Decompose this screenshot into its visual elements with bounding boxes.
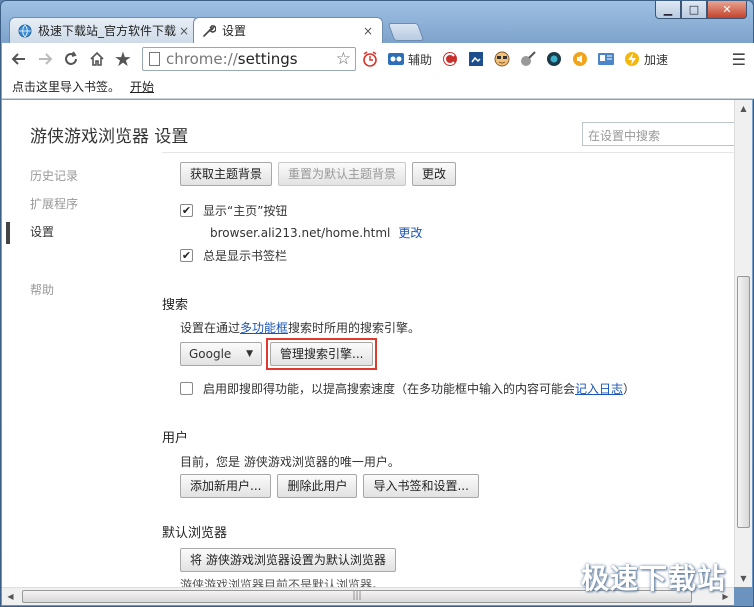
settings-search-input[interactable]: 在设置中搜索 — [582, 122, 734, 146]
set-default-browser-button[interactable]: 将 游侠游戏浏览器设置为默认浏览器 — [180, 548, 396, 572]
title-divider — [162, 152, 734, 153]
search-engine-select[interactable]: Google ▼ — [180, 342, 262, 366]
search-desc-prefix: 设置在通过 — [180, 321, 241, 335]
url-scheme: chrome:// — [166, 50, 238, 68]
ext-fuzhu-label[interactable]: 辅助 — [408, 51, 432, 68]
show-home-label: 显示“主页”按钮 — [203, 204, 288, 218]
sidebar-item-history[interactable]: 历史记录 — [2, 162, 152, 190]
instant-label-suffix: ） — [623, 382, 636, 396]
screenshot-icon[interactable] — [464, 47, 488, 71]
manage-search-engines-button[interactable]: 管理搜索引擎... — [270, 342, 374, 366]
camera-lens-icon[interactable] — [542, 47, 566, 71]
always-show-bookmarks-label: 总是显示书签栏 — [203, 249, 288, 263]
globe-icon — [18, 24, 32, 38]
minimize-button[interactable]: ▁ — [655, 1, 681, 19]
star-icon[interactable]: ☆ — [336, 49, 351, 69]
scroll-down-arrow-icon[interactable]: ▼ — [735, 570, 752, 587]
id-card-icon[interactable] — [594, 47, 618, 71]
scroll-up-arrow-icon[interactable]: ▲ — [735, 100, 752, 117]
tab-strip: 极速下载站_官方软件下载 × 设置 × — [9, 17, 425, 43]
new-tab-button[interactable] — [387, 23, 425, 41]
default-browser-status: 游侠游戏浏览器目前不是默认浏览器。 — [180, 576, 384, 587]
lightning-icon[interactable] — [620, 47, 644, 71]
log-link[interactable]: 记入日志 — [575, 380, 623, 397]
bookmark-star-icon[interactable]: ★ — [110, 46, 136, 72]
instant-label-prefix: 启用即搜即得功能，以提高搜索速度（在多功能框中输入的内容可能会 — [203, 382, 576, 396]
add-user-button[interactable]: 添加新用户... — [180, 474, 272, 498]
users-heading: 用户 — [162, 431, 189, 446]
speaker-icon[interactable] — [568, 47, 592, 71]
settings-page: 游侠游戏浏览器 设置 在设置中搜索 历史记录 扩展程序 设置 帮助 获取主题背景… — [2, 100, 734, 587]
tab-close-icon[interactable]: × — [362, 24, 374, 38]
users-buttons-row: 添加新用户... 删除此用户 导入书签和设置... — [180, 474, 485, 498]
tab-title: 极速下载站_官方软件下载 — [38, 24, 177, 38]
default-browser-status-text: 游侠游戏浏览器目前不是默认浏览器。 — [180, 578, 385, 587]
game-assist-icon[interactable] — [384, 47, 408, 71]
users-description: 目前，您是 游侠游戏浏览器的唯一用户。 — [180, 453, 400, 470]
settings-sidebar: 历史记录 扩展程序 设置 帮助 — [2, 162, 152, 304]
guitar-icon[interactable] — [516, 47, 540, 71]
import-bookmarks-button[interactable]: 导入书签和设置... — [363, 474, 479, 498]
scroll-left-arrow-icon[interactable]: ◀ — [2, 588, 19, 605]
wrench-icon — [202, 24, 216, 38]
always-show-bookmarks-checkbox[interactable]: ✔ — [180, 249, 193, 262]
default-browser-row: 将 游侠游戏浏览器设置为默认浏览器 — [180, 548, 402, 572]
tab-download-site[interactable]: 极速下载站_官方软件下载 × — [9, 17, 199, 43]
vertical-scrollbar[interactable]: ▲ ▼ — [734, 100, 752, 587]
tab-title: 设置 — [222, 24, 247, 38]
bookmarks-bar: 点击这里导入书签。 开始 — [2, 75, 754, 99]
face-icon[interactable] — [490, 47, 514, 71]
address-bar[interactable]: chrome:// settings ☆ — [142, 47, 356, 71]
page-icon — [149, 52, 160, 66]
show-home-checkbox[interactable]: ✔ — [180, 204, 193, 217]
dropdown-caret-icon: ▼ — [246, 349, 253, 359]
show-home-row: ✔ 显示“主页”按钮 — [180, 202, 287, 219]
instant-search-checkbox[interactable] — [180, 382, 193, 395]
always-show-bookmarks-row: ✔ 总是显示书签栏 — [180, 247, 287, 264]
get-theme-button[interactable]: 获取主题背景 — [180, 162, 273, 186]
tab-close-icon[interactable]: × — [178, 24, 190, 38]
delete-user-button[interactable]: 删除此用户 — [277, 474, 358, 498]
c-swirl-icon[interactable] — [438, 47, 462, 71]
red-highlight-box: 管理搜索引擎... — [266, 338, 378, 370]
menu-icon[interactable]: ☰ — [732, 50, 750, 69]
search-description: 设置在通过 多功能框 搜索时所用的搜索引擎。 — [180, 319, 420, 336]
home-icon[interactable] — [84, 46, 110, 72]
omnibox-link[interactable]: 多功能框 — [240, 319, 288, 336]
page-title: 游侠游戏浏览器 设置 — [30, 127, 189, 147]
maximize-button[interactable]: □ — [681, 1, 707, 19]
search-engine-row: Google ▼ 管理搜索引擎... — [180, 338, 378, 370]
search-engine-value: Google — [189, 347, 232, 361]
instant-search-row: 启用即搜即得功能，以提高搜索速度（在多功能框中输入的内容可能会 记入日志 ） — [180, 380, 635, 397]
sidebar-item-extensions[interactable]: 扩展程序 — [2, 190, 152, 218]
reload-icon[interactable] — [58, 46, 84, 72]
forward-arrow-icon[interactable] — [32, 46, 58, 72]
alarm-clock-icon[interactable] — [358, 47, 382, 71]
home-url-row: browser.ali213.net/home.html 更改 — [210, 224, 422, 241]
theme-buttons-row: 获取主题背景 重置为默认主题背景 更改 — [180, 162, 462, 186]
tab-settings[interactable]: 设置 × — [193, 17, 383, 43]
search-desc-suffix: 搜索时所用的搜索引擎。 — [288, 321, 421, 335]
home-url: browser.ali213.net/home.html — [210, 225, 391, 240]
vertical-scroll-thumb[interactable] — [737, 276, 750, 528]
change-theme-button[interactable]: 更改 — [412, 162, 457, 186]
users-desc-text: 目前，您是 游侠游戏浏览器的唯一用户。 — [180, 455, 400, 469]
search-heading: 搜索 — [162, 298, 189, 313]
window-controls: ▁ □ ✕ — [655, 1, 747, 19]
sidebar-item-settings[interactable]: 设置 — [2, 218, 152, 246]
sidebar-item-help[interactable]: 帮助 — [2, 276, 152, 304]
home-change-link[interactable]: 更改 — [398, 224, 422, 241]
bookmarks-import-prompt: 点击这里导入书签。 — [12, 80, 121, 94]
browser-window: ▁ □ ✕ 极速下载站_官方软件下载 × 设置 × ★ chrome:// se… — [0, 0, 754, 607]
watermark-text: 极速下载站 — [581, 562, 727, 595]
back-arrow-icon[interactable] — [6, 46, 32, 72]
ext-jiasu-label[interactable]: 加速 — [644, 51, 668, 68]
close-window-button[interactable]: ✕ — [707, 1, 747, 19]
default-browser-heading: 默认浏览器 — [162, 526, 228, 541]
bookmarks-start-link[interactable]: 开始 — [130, 78, 154, 95]
url-host: settings — [237, 50, 298, 68]
toolbar: ★ chrome:// settings ☆ 辅助 加速 ☰ — [2, 43, 754, 75]
reset-theme-button[interactable]: 重置为默认主题背景 — [278, 162, 407, 186]
